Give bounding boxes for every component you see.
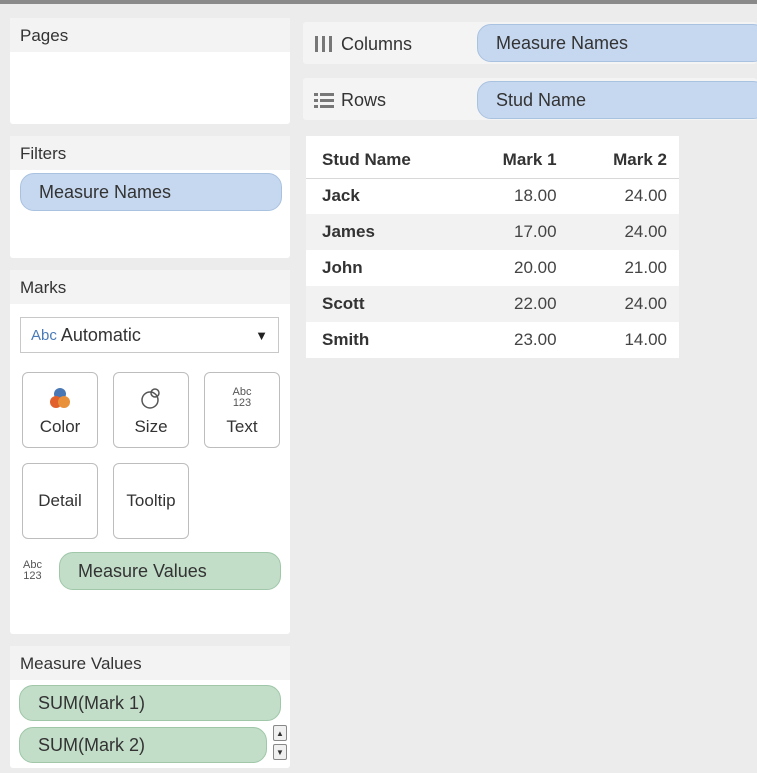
detail-button[interactable]: Detail: [22, 463, 98, 539]
header-stud-name[interactable]: Stud Name: [306, 136, 459, 179]
mark-type-dropdown[interactable]: Abc Automatic ▼: [20, 317, 279, 353]
marks-title: Marks: [10, 270, 290, 304]
text-label: Text: [226, 417, 258, 436]
tooltip-label: Tooltip: [126, 491, 176, 510]
num-text: 123: [232, 397, 252, 409]
scroll-up-icon[interactable]: ▲: [273, 725, 287, 741]
cell-name: Smith: [322, 330, 370, 349]
rows-label: Rows: [313, 86, 386, 114]
columns-label-text: Columns: [341, 33, 413, 54]
scrollbar[interactable]: ▲ ▼: [273, 725, 287, 765]
cell-mark-2: 24.00: [568, 286, 679, 322]
scroll-down-icon[interactable]: ▼: [273, 744, 287, 760]
size-button[interactable]: Size: [113, 372, 189, 448]
text-encoding-icon: Abc 123: [23, 560, 42, 582]
cell-mark-2: 24.00: [624, 186, 667, 206]
header-mark-1[interactable]: Mark 1: [458, 136, 569, 179]
rows-label-text: Rows: [341, 89, 387, 110]
abc-icon: Abc: [31, 326, 57, 344]
cell-mark-2: 24.00: [568, 214, 679, 250]
encoding-num-text: 123: [23, 570, 42, 582]
columns-label: Columns: [313, 30, 412, 58]
size-label: Size: [134, 417, 168, 436]
color-button[interactable]: Color: [22, 372, 98, 448]
columns-pill-measure-names[interactable]: Measure Names: [477, 24, 757, 62]
cell-mark-2: 14.00: [624, 330, 667, 349]
cell-name: Jack: [322, 186, 360, 206]
header-mark-2[interactable]: Mark 2: [568, 136, 679, 179]
cell-mark-1: 22.00: [458, 286, 569, 322]
rows-icon: [314, 93, 334, 108]
chevron-down-icon: ▼: [255, 327, 268, 343]
table-row[interactable]: Scott 22.00 24.00: [306, 286, 679, 322]
cell-mark-1: 17.00: [458, 214, 569, 250]
cell-mark-1: 18.00: [514, 186, 557, 206]
cell-mark-1: 20.00: [514, 258, 557, 277]
measure-values-title: Measure Values: [10, 646, 290, 680]
rows-pill-stud-name[interactable]: Stud Name: [477, 81, 757, 119]
table-row[interactable]: Jack 18.00 24.00: [306, 178, 679, 214]
table-header-row: Stud Name Mark 1 Mark 2: [306, 136, 679, 179]
abc-123-icon: Abc 123: [233, 383, 252, 413]
cell-name: James: [306, 214, 459, 250]
sum-mark2-pill[interactable]: SUM(Mark 2): [19, 727, 267, 763]
pages-title: Pages: [10, 18, 290, 52]
cell-mark-1: 23.00: [514, 330, 557, 349]
data-table: Stud Name Mark 1 Mark 2 Jack 18.00 24.00…: [306, 136, 679, 358]
top-border: [0, 0, 757, 4]
filter-pill-measure-names[interactable]: Measure Names: [20, 173, 282, 211]
pages-card: Pages: [10, 18, 290, 124]
filters-title: Filters: [10, 136, 290, 170]
color-label: Color: [39, 417, 81, 436]
columns-icon: [315, 36, 332, 52]
sum-mark1-pill[interactable]: SUM(Mark 1): [19, 685, 281, 721]
tooltip-button[interactable]: Tooltip: [113, 463, 189, 539]
table-row[interactable]: Smith 23.00 14.00: [306, 322, 679, 358]
color-icon: [47, 383, 73, 413]
table-row[interactable]: James 17.00 24.00: [306, 214, 679, 250]
mark-type-value: Automatic: [60, 324, 141, 345]
cell-mark-2: 21.00: [624, 258, 667, 277]
size-icon: [138, 383, 164, 413]
cell-name: Scott: [306, 286, 459, 322]
cell-name: John: [322, 258, 363, 277]
detail-label: Detail: [38, 491, 82, 510]
measure-values-pill[interactable]: Measure Values: [59, 552, 281, 590]
text-button[interactable]: Abc 123 Text: [204, 372, 280, 448]
table-row[interactable]: John 20.00 21.00: [306, 250, 679, 286]
